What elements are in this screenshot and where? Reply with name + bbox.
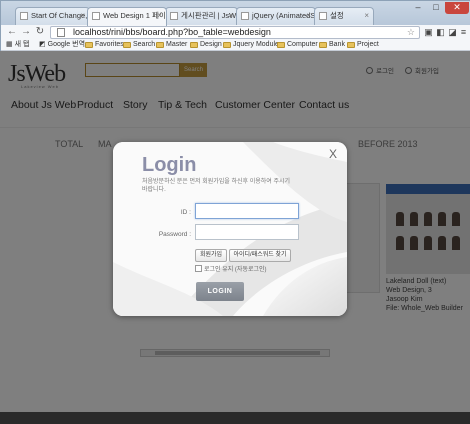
back-arrow-icon[interactable]: ←	[6, 25, 18, 39]
close-tab-icon[interactable]: ×	[157, 8, 162, 24]
bookmark-jquery-module[interactable]: Jquery Module	[223, 39, 279, 50]
page-icon	[57, 28, 65, 37]
bookmark-label: Master	[166, 41, 188, 48]
folder-icon	[223, 41, 231, 48]
tab-label: 설정	[330, 11, 344, 20]
bookmark-new-tab[interactable]: ▦ 새 탭	[6, 39, 29, 50]
join-button[interactable]: 회원가입	[195, 249, 227, 262]
close-modal-button[interactable]: X	[329, 147, 337, 161]
apps-icon: ▦	[6, 41, 13, 48]
page-icon	[241, 12, 249, 20]
browser-tab-4[interactable]: jQuery (AnimatedSc ×	[236, 7, 316, 25]
bookmark-design[interactable]: Design	[190, 39, 222, 50]
extension-icon[interactable]: ◪	[447, 26, 458, 38]
modal-description: 처음방문하신 분은 먼저 회원가입을 하신후 이용하여 주시기 바랍니다.	[142, 179, 291, 193]
page-icon	[20, 12, 28, 20]
folder-icon	[190, 41, 198, 48]
bookmark-favorites[interactable]: Favorites	[85, 39, 124, 50]
folder-icon	[156, 41, 164, 48]
star-icon[interactable]: ☆	[407, 27, 415, 38]
folder-icon	[85, 41, 93, 48]
menu-icon[interactable]: ≡	[458, 26, 469, 38]
password-label: Password :	[158, 231, 191, 238]
forward-arrow-icon[interactable]: →	[20, 25, 32, 39]
browser-tab-2[interactable]: Web Design 1 페이지 ×	[87, 7, 167, 26]
password-input[interactable]	[195, 224, 299, 240]
bookmark-label: Search	[133, 41, 156, 48]
browser-tab-5[interactable]: 설정 ×	[314, 7, 374, 25]
bookmark-bank[interactable]: Bank	[319, 39, 345, 50]
extension-icon[interactable]: ▣	[423, 26, 434, 38]
find-id-password-button[interactable]: 아이디/패스워드 찾기	[229, 249, 291, 262]
browser-tab-1[interactable]: Start Of Change, Ex ×	[15, 7, 90, 25]
bookmark-label: 새 탭	[14, 41, 30, 48]
wrench-icon	[319, 12, 327, 20]
bookmark-label: Computer	[287, 41, 318, 48]
close-tab-icon[interactable]: ×	[306, 8, 311, 24]
extension-icon[interactable]: ◧	[435, 26, 446, 38]
page-icon	[170, 12, 178, 20]
modal-title: Login	[142, 154, 197, 176]
bookmarks-bar: ▦ 새 탭 ◩ Google 번역 Favorites Search Master …	[1, 39, 470, 51]
bookmark-label: Design	[200, 41, 222, 48]
tab-strip: Start Of Change, Ex × Web Design 1 페이지 ×…	[1, 1, 470, 26]
bookmark-label: Project	[357, 41, 379, 48]
login-button[interactable]: LOGIN	[196, 282, 244, 301]
close-tab-icon[interactable]: ×	[364, 8, 369, 24]
address-bar[interactable]: localhost/rini/bbs/board.php?bo_table=we…	[50, 26, 420, 39]
login-modal: Login X 처음방문하신 분은 먼저 회원가입을 하신후 이용하여 주시기 …	[113, 142, 347, 316]
bookmark-label: Jquery Module	[233, 41, 279, 48]
bookmark-label: Favorites	[95, 41, 124, 48]
bookmark-label: Google 번역	[47, 41, 86, 48]
bookmark-master[interactable]: Master	[156, 39, 187, 50]
browser-tab-3[interactable]: 게시판관리 | JsWeb ×	[165, 7, 238, 25]
bookmark-search[interactable]: Search	[123, 39, 155, 50]
folder-icon	[347, 41, 355, 48]
remember-login-checkbox[interactable]	[195, 265, 202, 272]
close-tab-icon[interactable]: ×	[228, 8, 233, 24]
close-tab-icon[interactable]: ×	[80, 8, 85, 24]
bookmark-label: Bank	[329, 41, 345, 48]
folder-icon	[319, 41, 327, 48]
page-icon	[92, 12, 100, 20]
browser-toolbar: ← → ↻ localhost/rini/bbs/board.php?bo_ta…	[1, 25, 470, 39]
address-text: localhost/rini/bbs/board.php?bo_table=we…	[73, 27, 271, 37]
minimize-button[interactable]: –	[409, 2, 427, 14]
id-input[interactable]	[195, 203, 299, 219]
translate-icon: ◩	[39, 41, 46, 48]
close-window-button[interactable]: ✕	[445, 2, 469, 14]
folder-icon	[123, 41, 131, 48]
id-label: ID :	[180, 209, 191, 216]
remember-login-label: 로그인 유지 (자동로그인)	[204, 267, 267, 273]
bookmark-project[interactable]: Project	[347, 39, 379, 50]
folder-icon	[277, 41, 285, 48]
bookmark-computer[interactable]: Computer	[277, 39, 318, 50]
bookmark-google-translate[interactable]: ◩ Google 번역	[39, 39, 85, 50]
maximize-button[interactable]: □	[427, 2, 445, 14]
reload-icon[interactable]: ↻	[34, 25, 46, 39]
